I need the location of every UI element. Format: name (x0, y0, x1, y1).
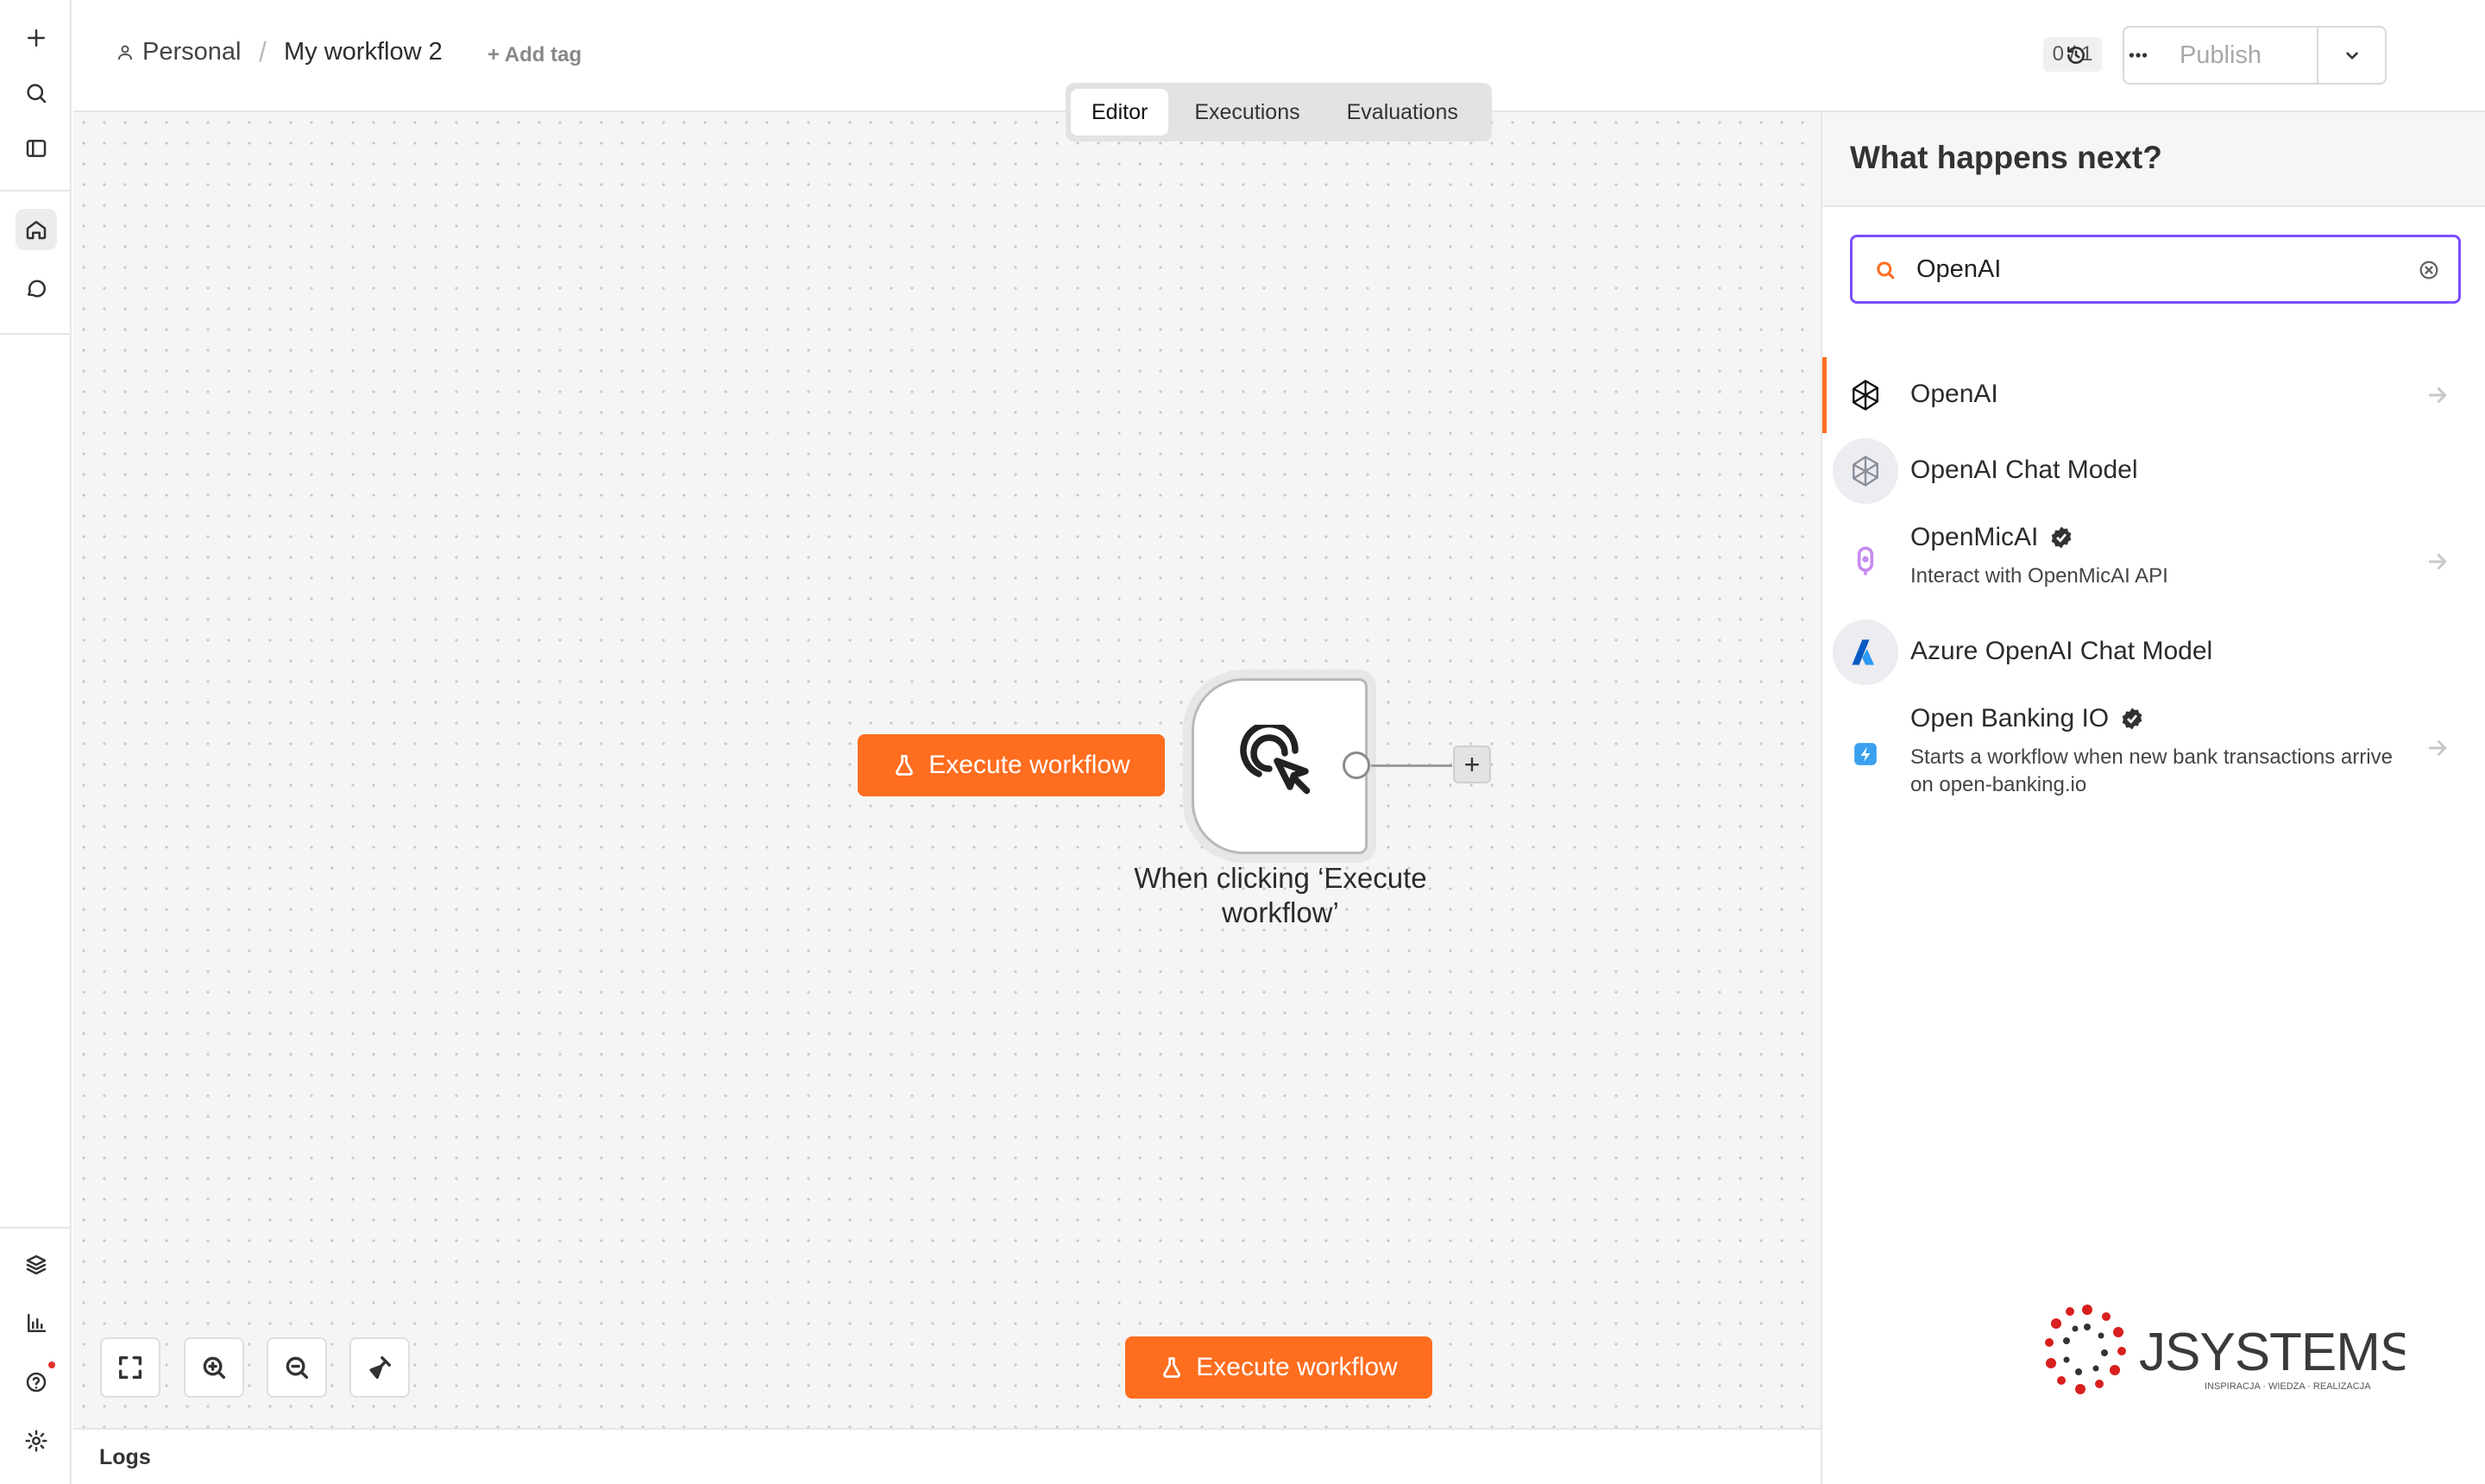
history-icon[interactable] (2057, 36, 2095, 74)
view-tabs: Editor Executions Evaluations (1066, 83, 1492, 141)
sidebar-toggle-icon[interactable] (16, 128, 57, 169)
result-name-text: Azure OpenAI Chat Model (1910, 637, 2213, 665)
search-icon (1873, 258, 1897, 282)
insights-icon[interactable] (16, 1303, 57, 1344)
execute-workflow-bottom-button[interactable]: Execute workflow (1125, 1336, 1432, 1399)
add-tag-button[interactable]: + Add tag (488, 43, 582, 67)
node-output-handle[interactable] (1343, 751, 1370, 779)
rail-divider (0, 190, 70, 192)
rail-divider (0, 333, 70, 335)
node-connector-line (1371, 764, 1452, 767)
arrow-right-icon (2425, 382, 2450, 408)
result-description: Interact with OpenMicAI API (1910, 564, 2168, 588)
zoom-out-button[interactable] (267, 1337, 327, 1398)
open-banking-icon (1833, 721, 1898, 787)
cursor-click-icon (1240, 725, 1311, 795)
arrow-right-icon (2425, 549, 2450, 575)
result-name: OpenAI Chat Model (1910, 456, 2137, 485)
result-open-banking-io[interactable]: Open Banking IO Starts a workflow when n… (1822, 690, 2485, 820)
verified-badge-icon (2122, 707, 2142, 730)
svg-text:JSYSTEMS: JSYSTEMS (2139, 1323, 2405, 1382)
openai-icon (1833, 362, 1898, 428)
result-name: Azure OpenAI Chat Model (1910, 637, 2212, 666)
verified-badge-icon (2052, 526, 2072, 549)
openmicai-icon (1833, 528, 1898, 594)
home-icon[interactable] (16, 209, 57, 250)
node-label: When clicking ‘Execute workflow’ (1134, 862, 1427, 928)
result-openai-chat-model[interactable]: OpenAI Chat Model (1822, 433, 2485, 509)
openai-icon (1833, 438, 1898, 504)
azure-icon (1833, 619, 1898, 685)
node-search-input[interactable] (1916, 249, 2400, 289)
publish-options-button[interactable] (2318, 28, 2385, 83)
breadcrumb-separator: / (259, 36, 267, 67)
logs-label: Logs (99, 1445, 151, 1469)
result-openai[interactable]: OpenAI (1822, 357, 2485, 433)
flask-icon (1163, 1357, 1181, 1378)
execute-workflow-label: Execute workflow (928, 751, 1130, 779)
panel-title: What happens next? (1850, 140, 2162, 175)
logs-bar[interactable]: Logs (73, 1428, 1821, 1484)
clear-search-icon[interactable] (2417, 258, 2441, 282)
result-name-text: OpenMicAI (1910, 523, 2039, 551)
fit-view-button[interactable] (100, 1337, 160, 1398)
execute-workflow-bottom-label: Execute workflow (1196, 1353, 1398, 1381)
jsystems-logo: JSYSTEMS INSPIRACJA · WIEDZA · REALIZACJ… (2042, 1301, 2415, 1405)
manual-trigger-node[interactable] (1192, 678, 1368, 854)
app: Personal / My workflow 2 + Add tag 0 / 1… (0, 0, 2485, 1484)
publish-split-button: Publish (2123, 26, 2387, 85)
result-name-text: OpenAI (1910, 380, 1998, 408)
zoom-in-button[interactable] (184, 1337, 244, 1398)
plus-icon[interactable] (16, 17, 57, 59)
execute-workflow-button[interactable]: Execute workflow (858, 734, 1165, 796)
more-options-icon[interactable] (2119, 36, 2157, 74)
broom-icon (369, 1355, 392, 1380)
rail-divider (0, 1227, 70, 1229)
zoom-out-icon (286, 1356, 309, 1380)
result-name: OpenMicAI (1910, 523, 2074, 552)
settings-icon[interactable] (16, 1420, 57, 1462)
result-azure-openai-chat-model[interactable]: Azure OpenAI Chat Model (1822, 614, 2485, 690)
panel-header: What happens next? (1822, 112, 2485, 207)
notification-dot (48, 1361, 55, 1368)
templates-icon[interactable] (16, 1244, 57, 1286)
tab-editor[interactable]: Editor (1071, 89, 1169, 135)
arrow-right-icon (2425, 735, 2450, 761)
zoom-in-icon (203, 1356, 226, 1380)
result-openmicai[interactable]: OpenMicAI Interact with OpenMicAI API (1822, 509, 2485, 614)
tidy-up-button[interactable] (349, 1337, 410, 1398)
result-description: Starts a workflow when new bank transact… (1910, 745, 2393, 796)
node-search (1850, 235, 2461, 304)
add-next-node-button[interactable]: + (1453, 745, 1491, 783)
result-name: OpenAI (1910, 380, 1998, 409)
search-icon[interactable] (16, 72, 57, 114)
result-name-text: OpenAI Chat Model (1910, 456, 2138, 484)
result-name: Open Banking IO (1910, 704, 2145, 733)
fit-view-icon (118, 1355, 142, 1380)
user-icon (118, 45, 132, 60)
project-name: Personal (142, 38, 242, 66)
left-rail (0, 0, 72, 1484)
chevron-down-icon (2345, 52, 2358, 60)
flask-icon (896, 755, 914, 776)
result-name-text: Open Banking IO (1910, 704, 2110, 733)
breadcrumb-project[interactable]: Personal (115, 38, 241, 66)
node-creator-panel: What happens next? OpenAI OpenAI OpenAI … (1821, 112, 2485, 1484)
workflow-name[interactable]: My workflow 2 (284, 38, 443, 66)
svg-text:INSPIRACJA · WIEDZA · REALIZAC: INSPIRACJA · WIEDZA · REALIZACJA (2205, 1381, 2371, 1392)
chat-icon[interactable] (16, 267, 57, 309)
tab-executions[interactable]: Executions (1173, 89, 1320, 135)
tab-evaluations[interactable]: Evaluations (1326, 89, 1479, 135)
